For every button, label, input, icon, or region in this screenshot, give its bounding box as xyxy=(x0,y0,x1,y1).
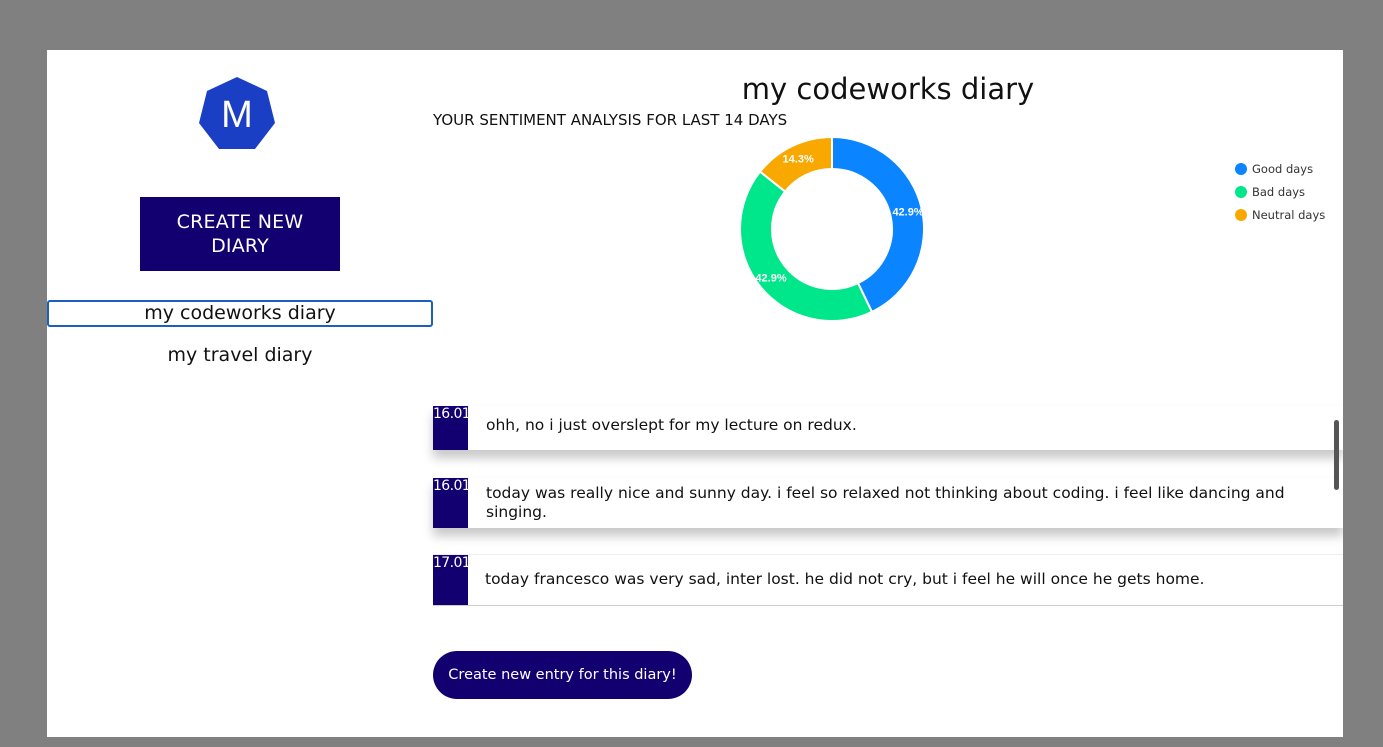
create-new-diary-label: CREATE NEW DIARY xyxy=(176,211,304,257)
slice-data-label: 42.9% xyxy=(892,207,923,219)
legend-dot-neutral xyxy=(1235,208,1247,221)
app-logo: M xyxy=(197,75,277,155)
chart-legend: Good days Bad days Neutral days xyxy=(1235,157,1325,226)
logo-letter: M xyxy=(221,94,253,136)
sidebar-item-travel-diary[interactable]: my travel diary xyxy=(47,342,433,369)
entries-scrollbar[interactable] xyxy=(1334,420,1339,490)
diary-entry[interactable]: 16.01 today was really nice and sunny da… xyxy=(433,478,1343,528)
slice-data-label: 14.3% xyxy=(783,154,814,166)
page-title: my codeworks diary xyxy=(741,72,1035,106)
sidebar-item-codeworks-diary[interactable]: my codeworks diary xyxy=(47,300,433,327)
entry-date: 16.01 xyxy=(433,478,471,528)
entry-date: 16.01 xyxy=(433,406,471,450)
sentiment-heading: YOUR SENTIMENT ANALYSIS FOR LAST 14 DAYS xyxy=(433,111,788,129)
diary-modal: M CREATE NEW DIARY my codeworks diary my… xyxy=(47,50,1343,737)
diary-entry[interactable]: 16.01 ohh, no i just overslept for my le… xyxy=(433,406,1343,450)
sentiment-donut-chart: 42.9% 42.9% 14.3% xyxy=(739,135,925,322)
entry-text: today francesco was very sad, inter lost… xyxy=(485,570,1205,588)
entry-text: today was really nice and sunny day. i f… xyxy=(486,484,1285,521)
legend-label-good: Good days xyxy=(1252,161,1314,176)
legend-label-neutral: Neutral days xyxy=(1252,207,1326,222)
legend-item-neutral[interactable]: Neutral days xyxy=(1235,203,1325,226)
legend-item-bad[interactable]: Bad days xyxy=(1235,180,1325,203)
slice-data-label: 42.9% xyxy=(755,273,786,285)
create-new-entry-button[interactable]: Create new entry for this diary! xyxy=(433,651,692,699)
legend-item-good[interactable]: Good days xyxy=(1235,157,1325,180)
donut-slice[interactable] xyxy=(739,170,874,322)
create-new-diary-button[interactable]: CREATE NEW DIARY xyxy=(140,197,340,271)
entry-date: 17.01 xyxy=(433,555,471,605)
legend-dot-bad xyxy=(1235,185,1247,198)
entry-text: ohh, no i just overslept for my lecture … xyxy=(486,416,857,434)
diary-entry[interactable]: 17.01 today francesco was very sad, inte… xyxy=(433,555,1343,605)
donut-slice[interactable] xyxy=(831,135,925,314)
legend-dot-good xyxy=(1235,162,1247,175)
legend-label-bad: Bad days xyxy=(1252,184,1306,199)
